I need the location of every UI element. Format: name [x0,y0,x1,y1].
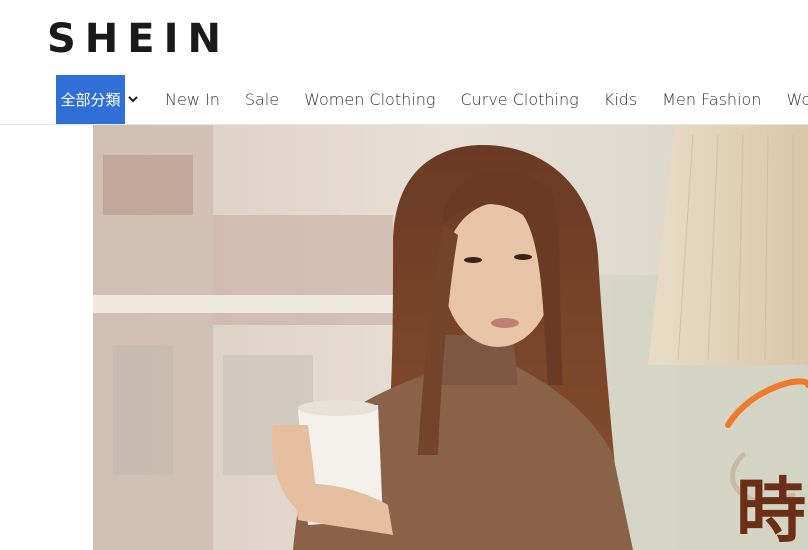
nav-item-women-truncated[interactable]: Wome [786,90,808,109]
hero-banner[interactable]: 時 [93,125,808,550]
nav-item-kids[interactable]: Kids [604,90,637,109]
main-navigation: 全部分類 New In Sale Women Clothing Curve Cl… [0,75,808,125]
all-categories-button[interactable]: 全部分類 [56,75,125,124]
chevron-down-icon[interactable] [127,93,139,105]
nav-items: New In Sale Women Clothing Curve Clothin… [165,75,808,124]
nav-item-sale[interactable]: Sale [245,90,279,109]
nav-item-curve-clothing[interactable]: Curve Clothing [460,90,578,109]
hero-image: 時 [93,125,808,550]
hero-title-char: 時 [736,470,806,550]
shein-logo[interactable]: SHEIN [47,17,230,61]
nav-item-new-in[interactable]: New In [165,90,220,109]
nav-item-women-clothing[interactable]: Women Clothing [304,90,435,109]
nav-item-men-fashion[interactable]: Men Fashion [662,90,761,109]
